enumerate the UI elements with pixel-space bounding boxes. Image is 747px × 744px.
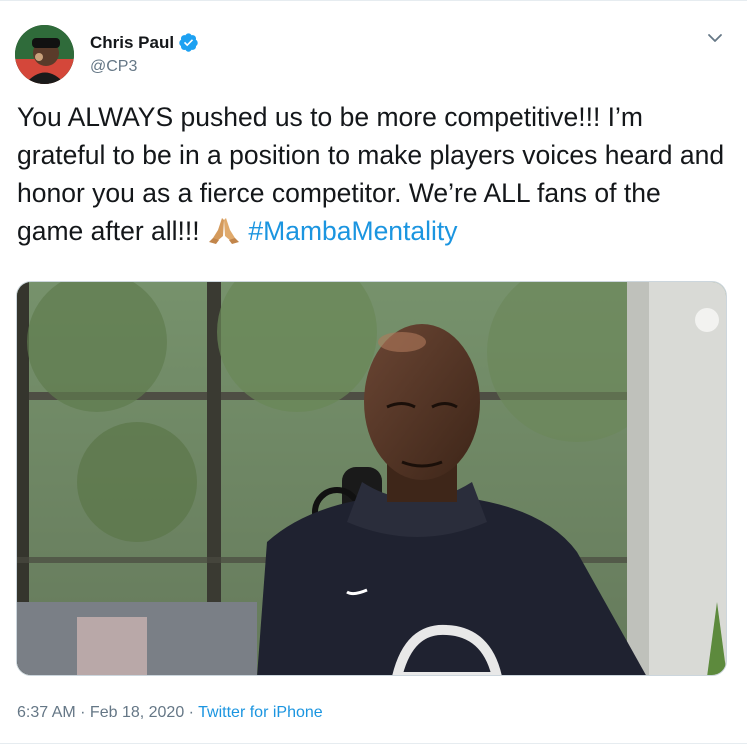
video-frame-image [17,282,726,675]
author-avatar[interactable] [15,25,74,84]
avatar-photo-icon [15,25,74,84]
author-handle[interactable]: @CP3 [90,58,137,76]
folded-hands-emoji-icon [209,218,240,244]
tweet-time[interactable]: 6:37 AM [17,704,76,721]
tweet-date[interactable]: Feb 18, 2020 [90,704,184,721]
author-name[interactable]: Chris Paul [90,33,174,53]
verified-badge-icon [179,33,198,52]
tweet-meta: 6:37 AM · Feb 18, 2020 · Twitter for iPh… [17,704,323,722]
chevron-down-icon[interactable] [705,31,725,45]
separator: · [184,704,199,721]
tweet-source-link[interactable]: Twitter for iPhone [198,704,323,721]
separator: · [75,704,90,721]
video-thumbnail[interactable] [16,281,727,676]
hashtag-link[interactable]: #MambaMentality [248,216,457,246]
tweet-text: You ALWAYS pushed us to be more competit… [17,98,729,250]
tweet-card: Chris Paul @CP3 You ALWAYS pushed us to … [0,0,747,744]
author-name-row[interactable]: Chris Paul [90,32,199,53]
